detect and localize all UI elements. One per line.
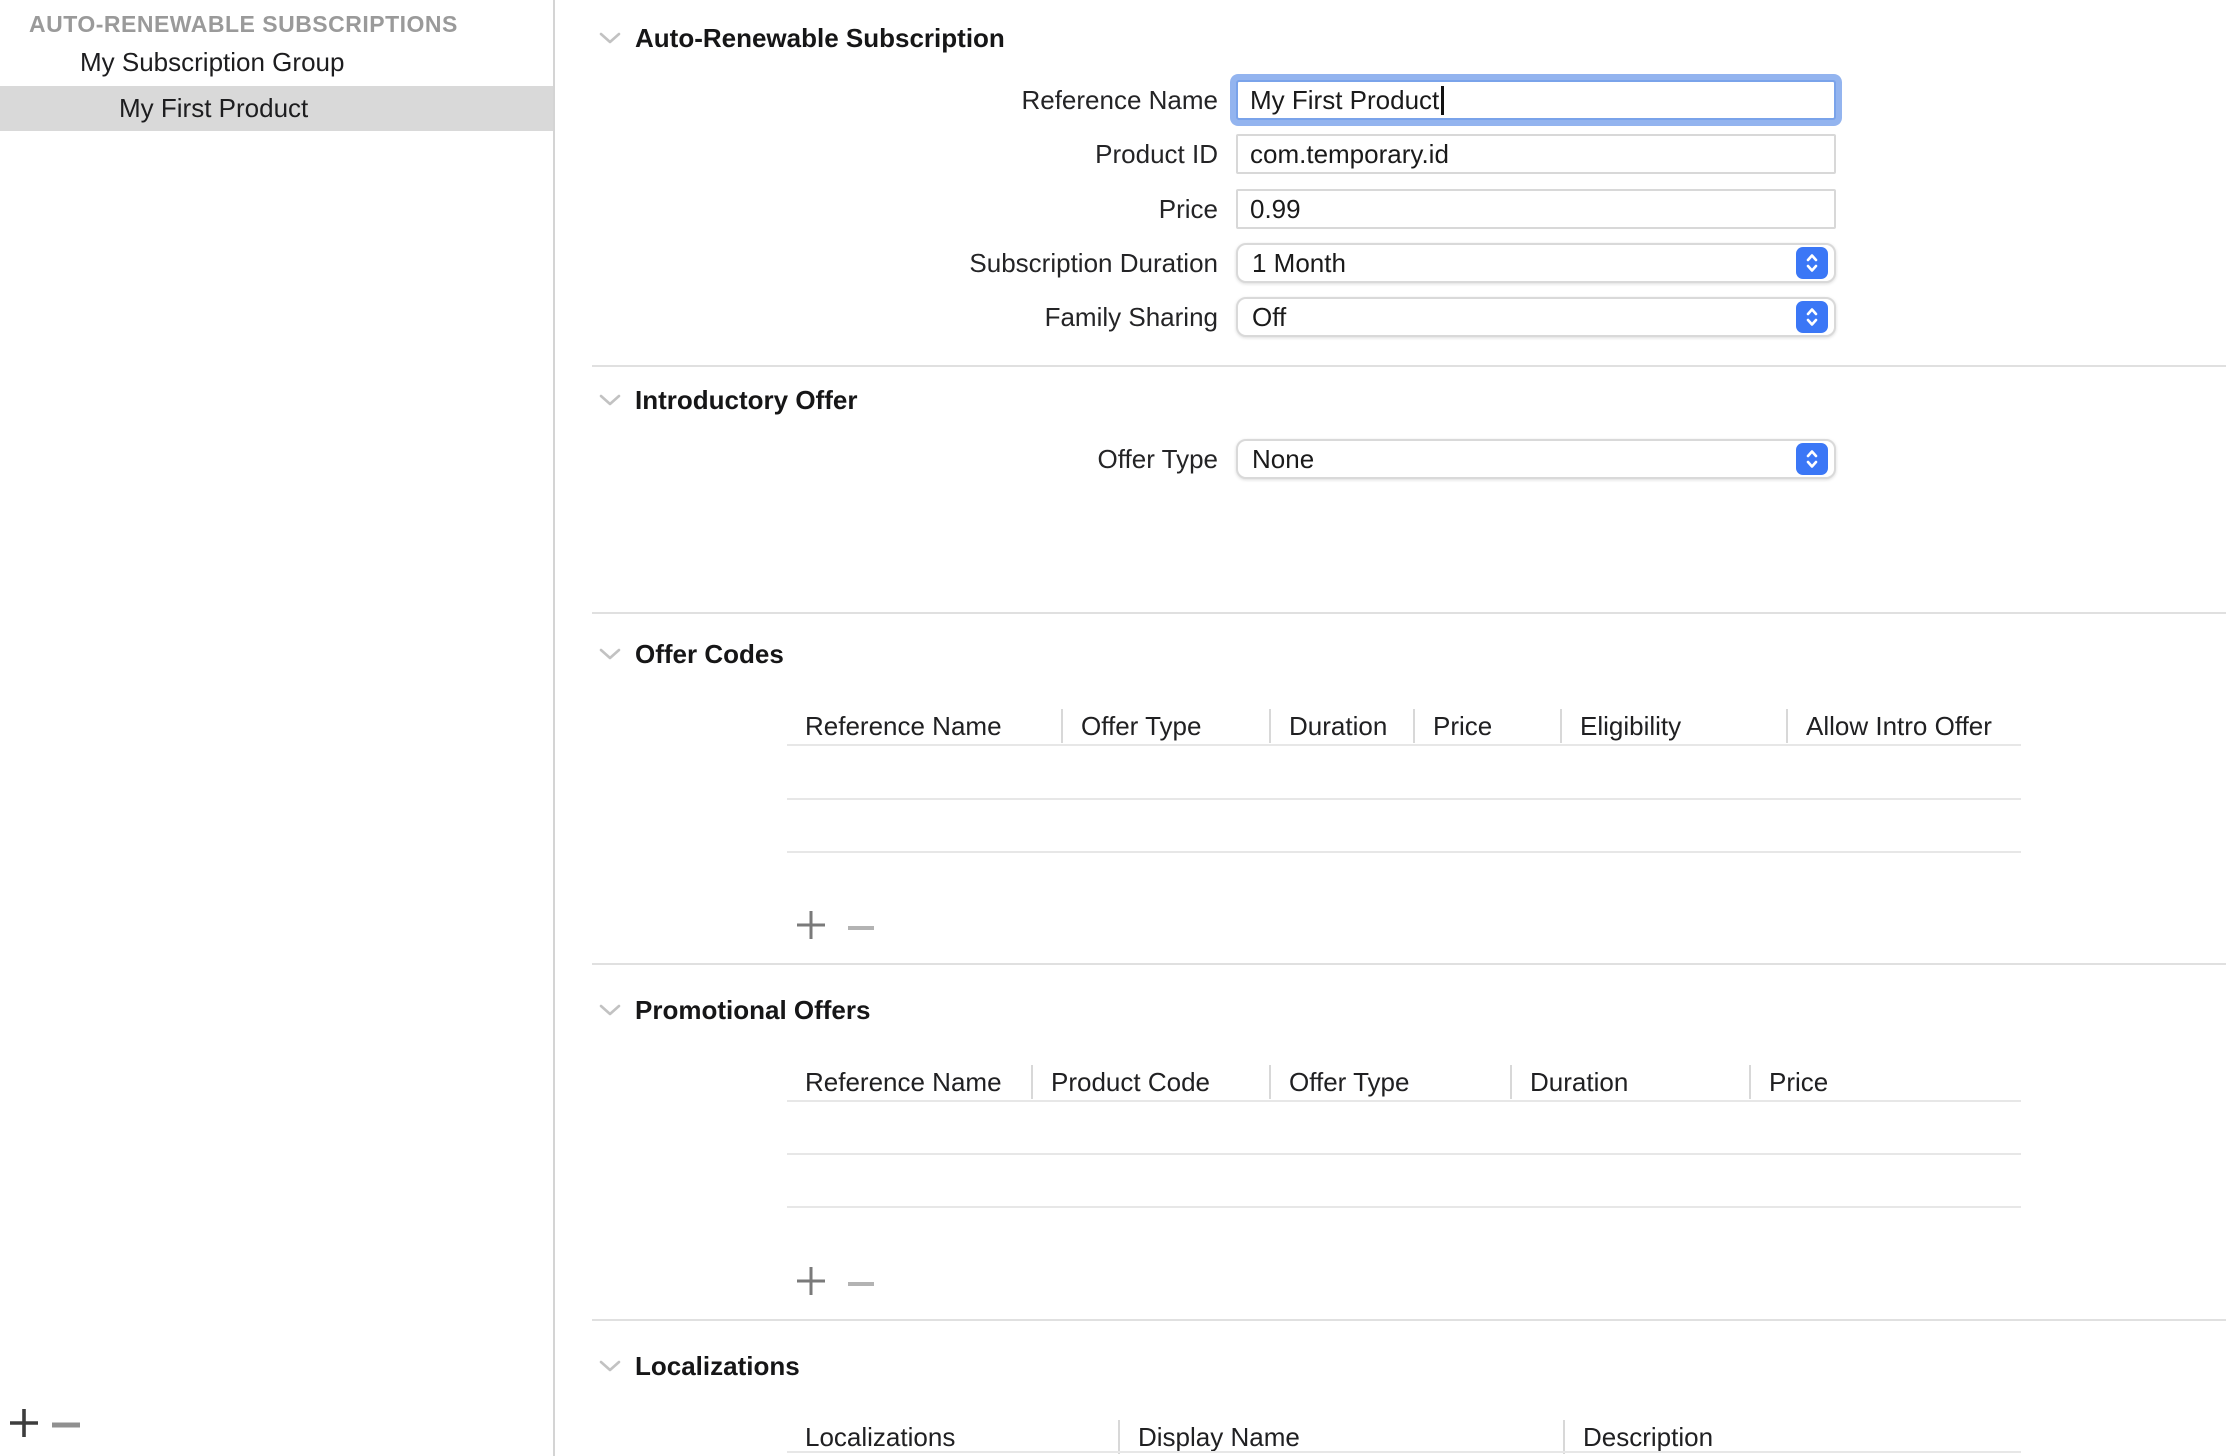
chevron-down-icon[interactable] (597, 997, 623, 1023)
table-row-separator (787, 1451, 2021, 1453)
minus-icon (51, 1417, 81, 1432)
subscription-duration-label: Subscription Duration (555, 243, 1218, 283)
column-header: Product Code (1033, 1065, 1271, 1099)
table-row-separator (787, 798, 2021, 800)
offer-codes-table-header: Reference Name Offer Type Duration Price… (787, 709, 2021, 743)
popup-stepper-icon (1796, 247, 1828, 279)
price-label: Price (555, 189, 1218, 229)
column-header: Price (1751, 1065, 2021, 1099)
reference-name-input[interactable]: My First Product (1236, 80, 1836, 120)
section-header-promotional-offers: Promotional Offers (597, 992, 870, 1028)
table-row-separator (787, 851, 2021, 853)
table-row-separator (787, 1153, 2021, 1155)
subscription-duration-popup[interactable]: 1 Month (1236, 243, 1836, 283)
column-header: Duration (1271, 709, 1415, 743)
column-header: Allow Intro Offer (1788, 709, 2021, 743)
plus-icon (796, 1266, 826, 1299)
plus-icon (796, 910, 826, 943)
localizations-table-header: Localizations Display Name Description (787, 1420, 2021, 1454)
section-title: Introductory Offer (635, 385, 857, 416)
sidebar-item-first-product[interactable]: My First Product (0, 86, 553, 131)
popup-stepper-icon (1796, 443, 1828, 475)
chevron-down-icon[interactable] (597, 641, 623, 667)
column-header: Price (1415, 709, 1562, 743)
section-header-auto-renewable-subscription: Auto-Renewable Subscription (597, 20, 1005, 56)
minus-icon (847, 919, 875, 934)
table-row-separator (787, 1206, 2021, 1208)
column-header: Duration (1512, 1065, 1751, 1099)
chevron-down-icon[interactable] (597, 387, 623, 413)
sidebar-actions (0, 1402, 553, 1446)
sidebar-section-header: AUTO-RENEWABLE SUBSCRIPTIONS (29, 11, 458, 38)
table-row-separator (787, 1100, 2021, 1102)
reference-name-label: Reference Name (555, 80, 1218, 120)
chevron-down-icon[interactable] (597, 25, 623, 51)
section-title: Localizations (635, 1351, 800, 1382)
popup-stepper-icon (1796, 301, 1828, 333)
section-title: Promotional Offers (635, 995, 870, 1026)
promotional-offers-remove-button[interactable] (839, 1260, 883, 1304)
editor-panel: Auto-Renewable Subscription Reference Na… (555, 0, 2226, 1456)
column-header: Offer Type (1271, 1065, 1512, 1099)
table-row-separator (787, 744, 2021, 746)
section-divider (592, 963, 2226, 965)
chevron-down-icon[interactable] (597, 1353, 623, 1379)
offer-type-label: Offer Type (555, 439, 1218, 479)
section-title: Auto-Renewable Subscription (635, 23, 1005, 54)
plus-icon (8, 1407, 40, 1442)
section-divider (592, 1319, 2226, 1321)
offer-codes-add-button[interactable] (789, 904, 833, 948)
column-header: Description (1565, 1420, 2021, 1454)
column-header: Localizations (787, 1420, 1120, 1454)
offer-type-popup[interactable]: None (1236, 439, 1836, 479)
promotional-offers-table-header: Reference Name Product Code Offer Type D… (787, 1065, 2021, 1099)
sidebar-add-button[interactable] (2, 1402, 46, 1446)
section-divider (592, 365, 2226, 367)
section-divider (592, 612, 2226, 614)
column-header: Reference Name (787, 1065, 1033, 1099)
section-header-introductory-offer: Introductory Offer (597, 382, 857, 418)
minus-icon (847, 1275, 875, 1290)
sidebar-remove-button[interactable] (44, 1402, 88, 1446)
sidebar: AUTO-RENEWABLE SUBSCRIPTIONS My Subscrip… (0, 0, 555, 1456)
offer-codes-remove-button[interactable] (839, 904, 883, 948)
column-header: Display Name (1120, 1420, 1565, 1454)
promotional-offers-add-button[interactable] (789, 1260, 833, 1304)
family-sharing-popup[interactable]: Off (1236, 297, 1836, 337)
section-header-offer-codes: Offer Codes (597, 636, 784, 672)
family-sharing-label: Family Sharing (555, 297, 1218, 337)
column-header: Eligibility (1562, 709, 1788, 743)
section-title: Offer Codes (635, 639, 784, 670)
column-header: Reference Name (787, 709, 1063, 743)
text-cursor (1441, 86, 1444, 115)
product-id-input[interactable] (1236, 134, 1836, 174)
section-header-localizations: Localizations (597, 1348, 800, 1384)
price-input[interactable] (1236, 189, 1836, 229)
sidebar-item-subscription-group[interactable]: My Subscription Group (0, 46, 553, 78)
product-id-label: Product ID (555, 134, 1218, 174)
column-header: Offer Type (1063, 709, 1271, 743)
